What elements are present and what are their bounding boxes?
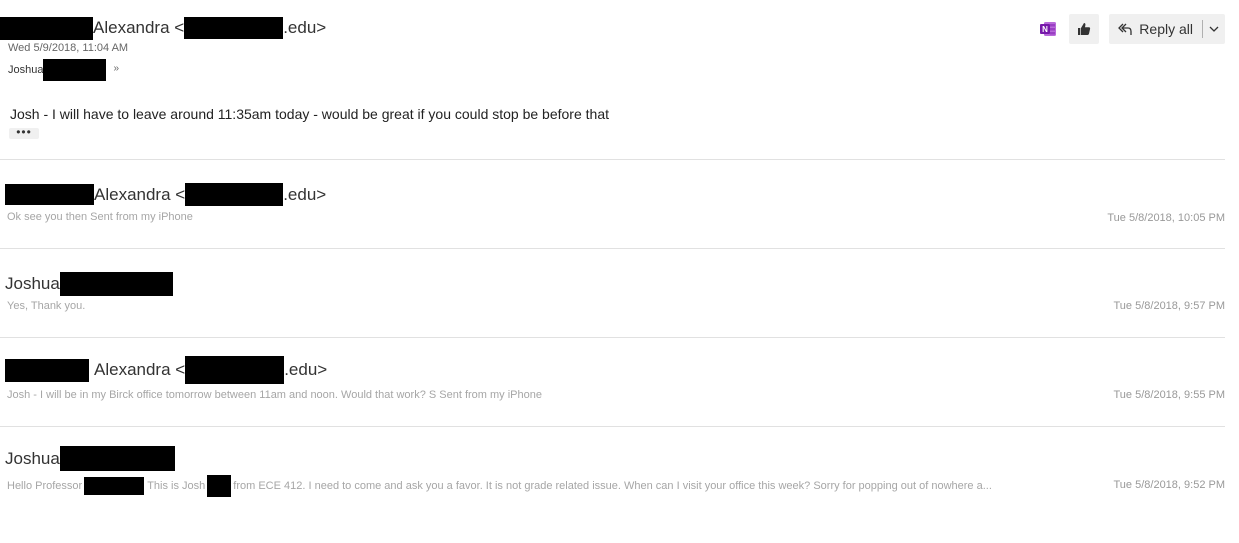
thread-sender: Joshua xyxy=(5,446,175,471)
message-recipients[interactable]: Joshua » xyxy=(8,59,119,81)
message-sender[interactable]: Alexandra < .edu> xyxy=(0,16,326,40)
thread-item[interactable]: Joshua Yes, Thank you. Tue 5/8/2018, 9:5… xyxy=(0,248,1225,338)
redacted-sender-surname xyxy=(59,272,173,296)
message-date: Wed 5/9/2018, 11:04 AM xyxy=(8,42,129,54)
sender-name: Alexandra < xyxy=(94,360,186,379)
message-actions: N Reply all xyxy=(1037,14,1225,44)
thread-item[interactable]: Alexandra < .edu> Josh - I will be in my… xyxy=(0,337,1225,427)
redacted-sender-email xyxy=(184,17,284,39)
reply-all-icon xyxy=(1117,21,1133,37)
onenote-button[interactable]: N xyxy=(1037,15,1059,43)
onenote-icon: N xyxy=(1040,22,1057,36)
expand-recipients-icon[interactable]: » xyxy=(113,63,119,74)
sender-name: Alexandra < xyxy=(93,18,185,37)
redacted-professor-name xyxy=(84,477,145,495)
thread-sender: Joshua xyxy=(5,272,173,296)
reply-all-label: Reply all xyxy=(1139,21,1193,37)
preview-text-start: Hello Professor xyxy=(7,480,83,492)
redacted-recipient-surname xyxy=(43,59,107,81)
thread-time: Tue 5/8/2018, 9:57 PM xyxy=(1113,300,1226,312)
redacted-sender-first-name xyxy=(0,16,93,40)
thread-sender: Alexandra < .edu> xyxy=(5,356,327,384)
reply-all-divider xyxy=(1202,20,1203,38)
thread-preview: Ok see you then Sent from my iPhone xyxy=(7,211,193,223)
thread-preview: Josh - I will be in my Birck office tomo… xyxy=(7,389,542,401)
thread-time: Tue 5/8/2018, 9:55 PM xyxy=(1113,389,1226,401)
thread-preview: Hello Professor This is Josh from ECE 41… xyxy=(7,475,992,497)
redacted-sender-email xyxy=(185,183,284,206)
like-icon xyxy=(1078,23,1091,35)
redacted-sender-surname xyxy=(59,446,175,471)
reply-all-button[interactable]: Reply all xyxy=(1109,14,1225,44)
sender-domain: .edu> xyxy=(284,360,328,379)
sender-name: Joshua xyxy=(5,448,60,468)
thread-time: Tue 5/8/2018, 9:52 PM xyxy=(1113,479,1226,491)
sender-domain: .edu> xyxy=(283,18,327,37)
svg-text:N: N xyxy=(1042,25,1048,34)
preview-text-middle: This is Josh xyxy=(147,480,206,492)
thread-sender: Alexandra < .edu> xyxy=(5,183,326,206)
redacted-student-surname xyxy=(207,475,232,497)
thread-item[interactable]: Joshua Hello Professor This is Josh from… xyxy=(0,426,1225,543)
redacted-sender-first-name xyxy=(5,184,94,205)
redacted-sender-email xyxy=(185,356,285,384)
sender-name: Joshua xyxy=(5,274,60,293)
like-button[interactable] xyxy=(1069,14,1100,44)
thread-time: Tue 5/8/2018, 10:05 PM xyxy=(1107,212,1225,224)
chevron-down-icon[interactable] xyxy=(1209,24,1219,34)
show-more-button[interactable]: ••• xyxy=(9,126,39,139)
redacted-sender-first-name xyxy=(5,358,89,382)
thread-item[interactable]: Alexandra < .edu> Ok see you then Sent f… xyxy=(0,159,1225,249)
recipient-name: Joshua xyxy=(8,64,44,76)
thread-preview: Yes, Thank you. xyxy=(7,300,86,312)
message-body: Josh - I will have to leave around 11:35… xyxy=(10,106,609,122)
preview-text-end: from ECE 412. I need to come and ask you… xyxy=(233,480,992,492)
expanded-message: Alexandra < .edu> Wed 5/9/2018, 11:04 AM… xyxy=(0,0,1239,160)
sender-domain: .edu> xyxy=(283,184,327,204)
sender-name: Alexandra < xyxy=(94,184,186,204)
